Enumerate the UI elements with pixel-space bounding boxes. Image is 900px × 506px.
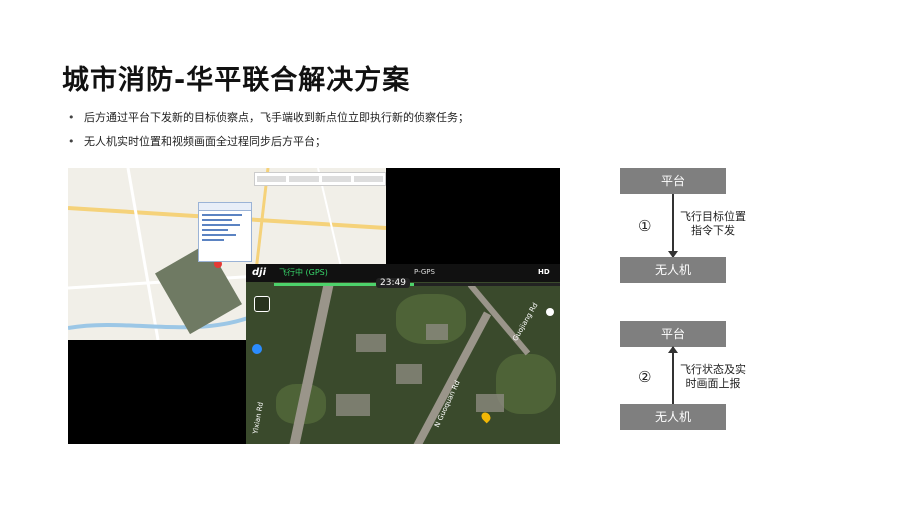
street-label: Yixian Rd: [251, 401, 265, 435]
hd-indicator: HD: [538, 268, 550, 276]
composite-screenshot: dji 飞行中 (GPS) P-GPS HD 23:49 Guojiang Rd…: [68, 168, 560, 444]
location-icon[interactable]: [252, 344, 262, 354]
dji-logo: dji: [252, 267, 267, 278]
step-note: 飞行目标位置指令下发: [680, 210, 746, 237]
flow-diagram: 平台 ① 飞行目标位置指令下发 无人机 平台 ② 飞行状态及实时画面上报 无人机: [620, 167, 780, 437]
gps-mode: P-GPS: [414, 268, 435, 276]
info-icon[interactable]: [546, 308, 554, 316]
platform-box: 平台: [620, 168, 726, 194]
step-number: ①: [638, 217, 652, 235]
flight-timer: 23:49: [376, 278, 410, 288]
street-label: Guojiang Rd: [511, 301, 540, 343]
page-title: 城市消防-华平联合解决方案: [62, 65, 411, 96]
home-icon[interactable]: [254, 296, 270, 312]
map-info-popup: [198, 202, 252, 262]
arrow-up-icon: [668, 346, 678, 404]
bullet-item: 后方通过平台下发新的目标侦察点，飞手端收到新点位立即执行新的侦察任务；: [68, 110, 469, 134]
map-toolbar[interactable]: [254, 172, 386, 186]
step-note: 飞行状态及实时画面上报: [680, 363, 746, 390]
bullet-item: 无人机实时位置和视频画面全过程同步后方平台；: [68, 134, 469, 158]
drone-camera-view: dji 飞行中 (GPS) P-GPS HD 23:49 Guojiang Rd…: [246, 264, 560, 444]
target-marker-icon: [479, 410, 493, 424]
step-number: ②: [638, 368, 652, 386]
drone-box: 无人机: [620, 404, 726, 430]
platform-box: 平台: [620, 321, 726, 347]
bullet-list: 后方通过平台下发新的目标侦察点，飞手端收到新点位立即执行新的侦察任务； 无人机实…: [68, 110, 469, 158]
flight-status: 飞行中 (GPS): [279, 268, 328, 277]
arrow-down-icon: [668, 194, 678, 258]
drone-box: 无人机: [620, 257, 726, 283]
